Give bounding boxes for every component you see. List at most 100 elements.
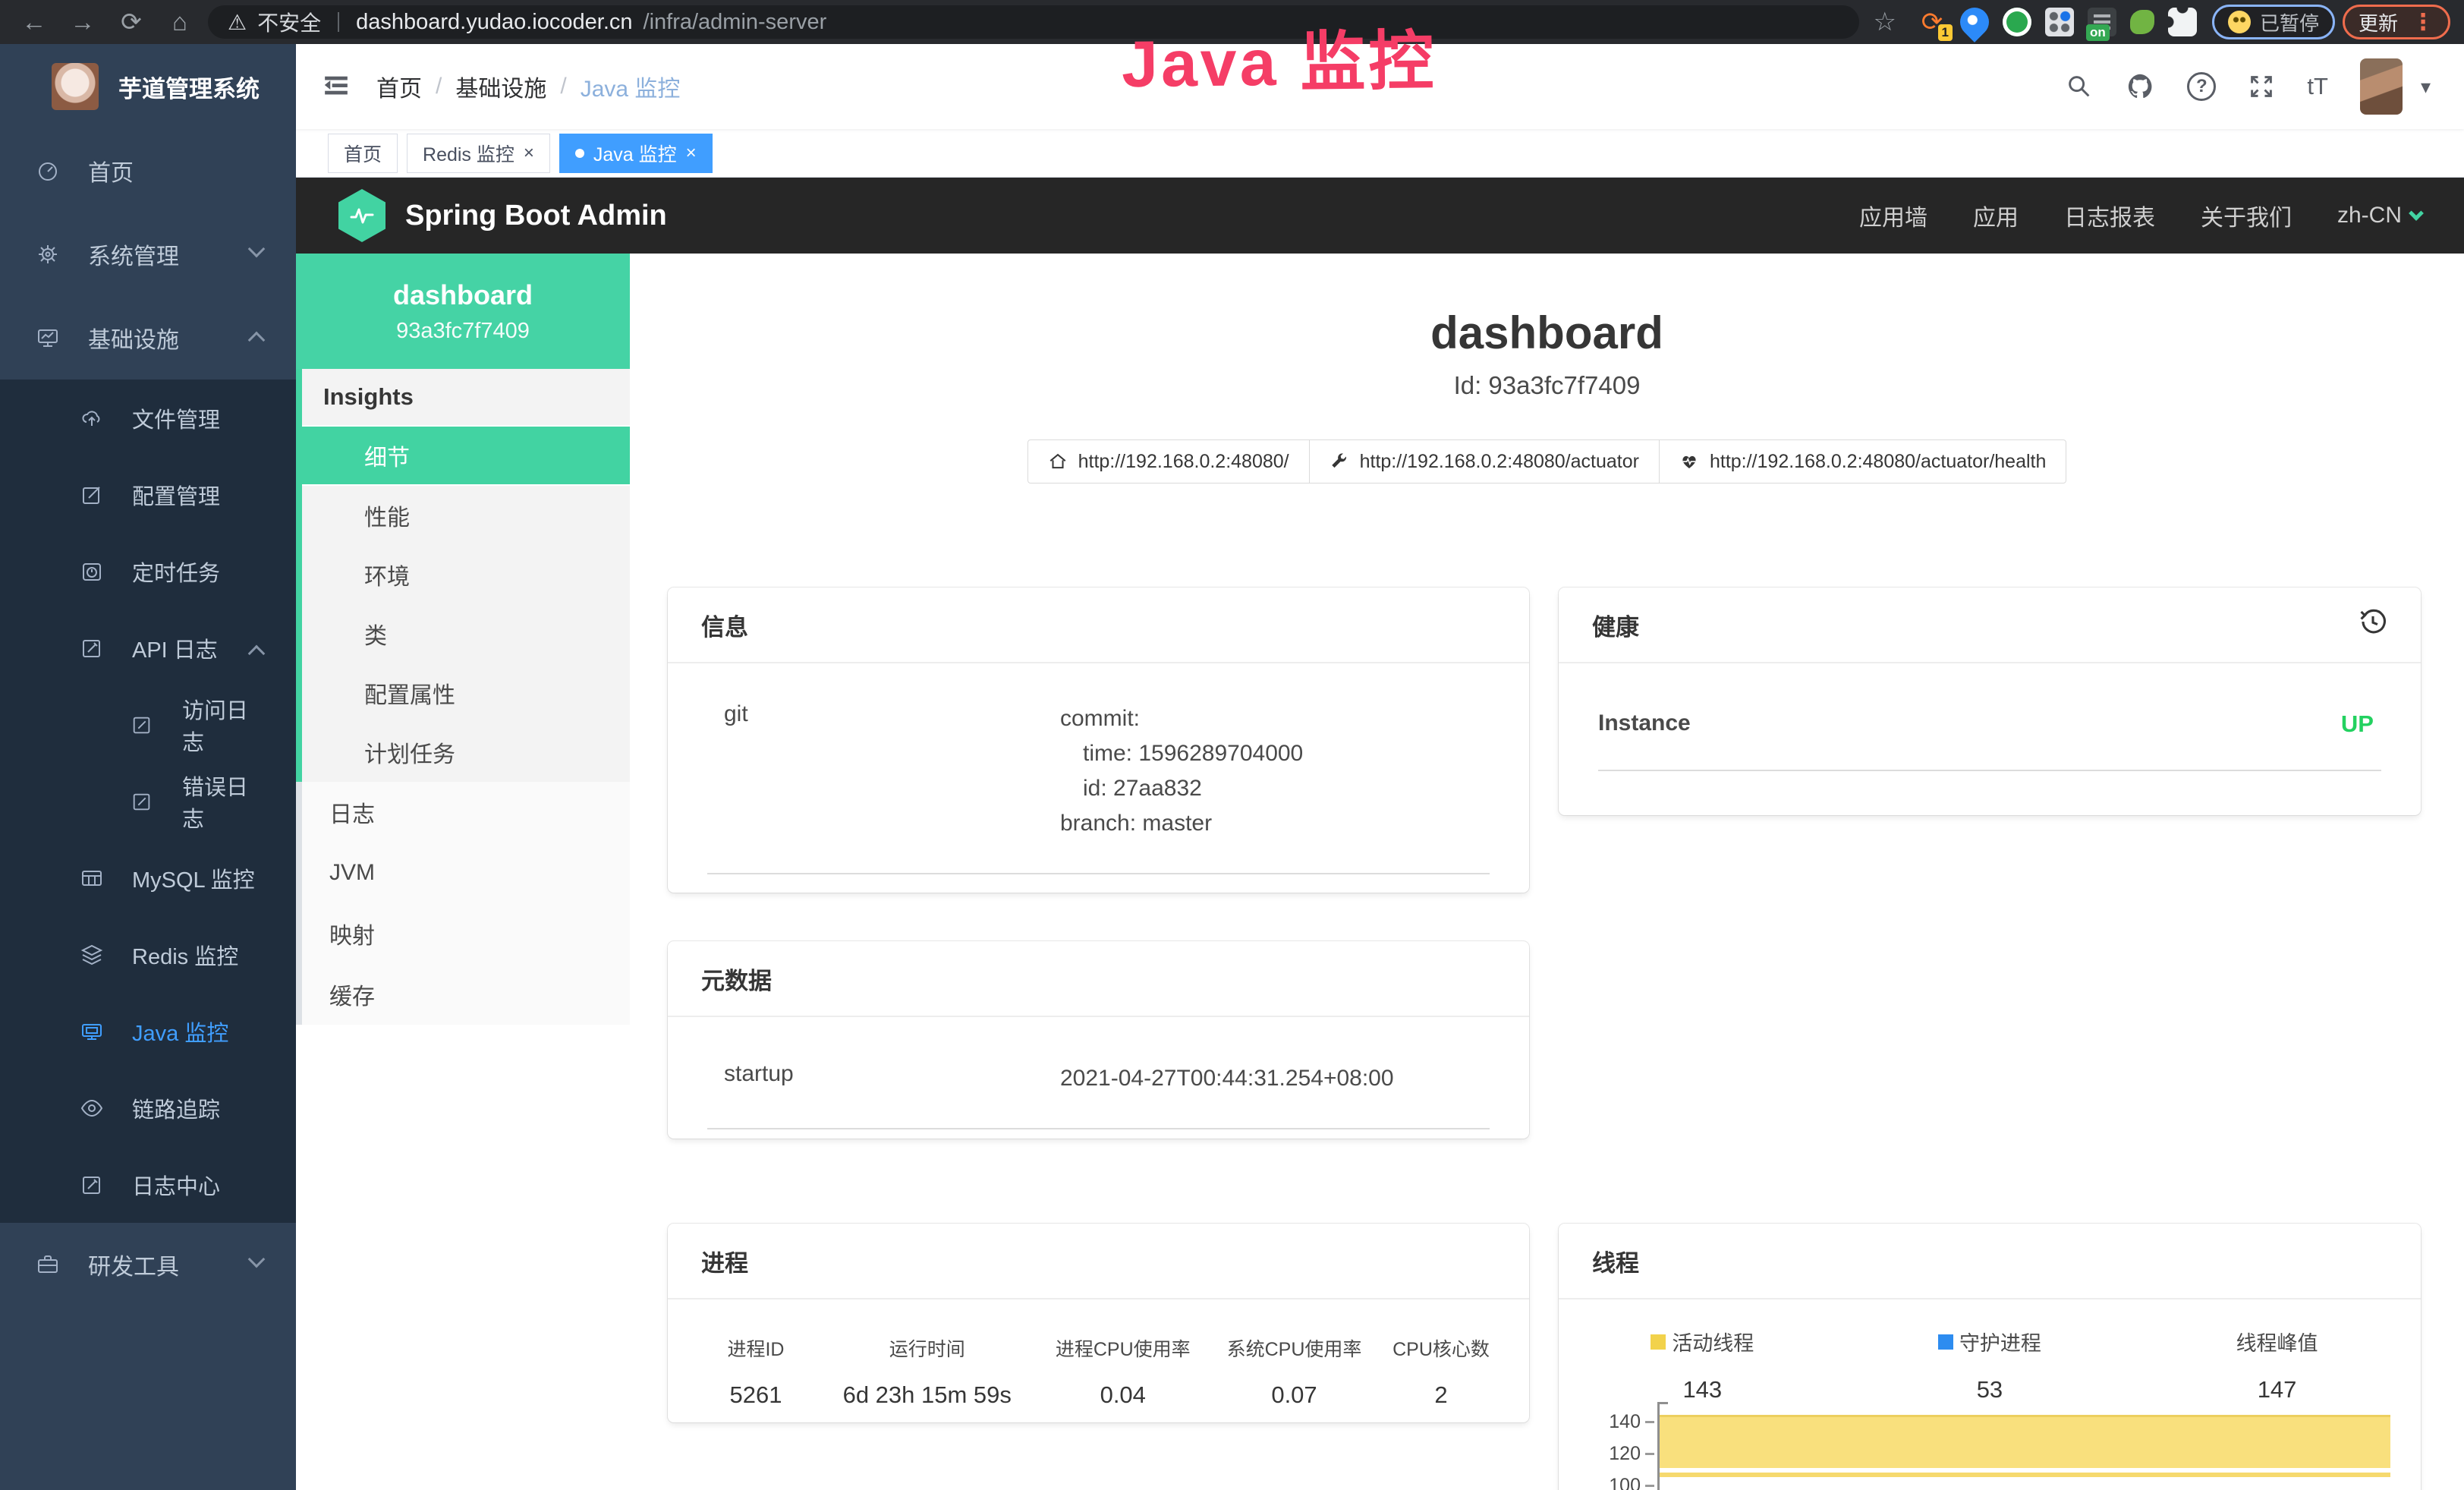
instance-sidebar: dashboard 93a3fc7f7409 Insights 细节 性能 环境… bbox=[296, 254, 630, 1490]
bookmark-star-icon[interactable]: ☆ bbox=[1873, 7, 1896, 37]
instance-header[interactable]: dashboard 93a3fc7f7409 bbox=[296, 254, 630, 369]
process-id-value: 5261 bbox=[691, 1381, 821, 1409]
breadcrumb-infra[interactable]: 基础设施 bbox=[455, 70, 546, 103]
sidebar-item-home[interactable]: 首页 bbox=[0, 129, 296, 213]
menu-item-classes[interactable]: 类 bbox=[302, 604, 630, 663]
sidebar-item-api-log[interactable]: API 日志 bbox=[0, 610, 296, 686]
collapse-sidebar-icon[interactable] bbox=[322, 71, 351, 103]
health-url-button[interactable]: http://192.168.0.2:48080/actuator/health bbox=[1659, 439, 2066, 484]
close-icon[interactable]: × bbox=[686, 143, 697, 164]
menu-item-metrics[interactable]: 性能 bbox=[302, 486, 630, 545]
sidebar-item-mysql-monitor[interactable]: MySQL 监控 bbox=[0, 840, 296, 916]
cpu-cores-value: 2 bbox=[1376, 1381, 1506, 1409]
browser-forward-icon[interactable]: → bbox=[62, 0, 103, 44]
sba-nav-about[interactable]: 关于我们 bbox=[2178, 199, 2315, 232]
insights-section-label: Insights bbox=[302, 369, 630, 427]
app-logo-row[interactable]: 芋道管理系统 bbox=[0, 44, 296, 129]
sba-nav-wallboard[interactable]: 应用墙 bbox=[1836, 199, 1950, 232]
extension-icons: ⟳ 1 on bbox=[1918, 8, 2197, 36]
sba-brand[interactable]: Spring Boot Admin bbox=[338, 189, 667, 242]
chevron-up-icon bbox=[248, 645, 266, 663]
history-icon[interactable] bbox=[2359, 607, 2387, 642]
y-tick-120: 120 bbox=[1565, 1443, 1641, 1465]
sba-nav-journal[interactable]: 日志报表 bbox=[2041, 199, 2178, 232]
browser-back-icon[interactable]: ← bbox=[14, 0, 55, 44]
menu-item-jvm[interactable]: JVM bbox=[302, 843, 630, 903]
menu-item-scheduled-tasks[interactable]: 计划任务 bbox=[302, 723, 630, 782]
sidebar-item-tracing[interactable]: 链路追踪 bbox=[0, 1069, 296, 1146]
fullscreen-icon[interactable] bbox=[2248, 73, 2275, 100]
github-icon[interactable] bbox=[2125, 71, 2155, 102]
log-edit-icon bbox=[79, 1172, 105, 1198]
instance-id: 93a3fc7f7409 bbox=[396, 319, 530, 344]
avatar[interactable] bbox=[2360, 58, 2403, 115]
sidebar-item-redis-monitor[interactable]: Redis 监控 bbox=[0, 916, 296, 993]
sidebar-item-error-log[interactable]: 错误日志 bbox=[0, 763, 296, 840]
sidebar-item-infra[interactable]: 基础设施 bbox=[0, 296, 296, 380]
close-icon[interactable]: × bbox=[524, 143, 534, 164]
browser-menu-dots-icon[interactable]: ⋮ bbox=[2412, 9, 2434, 36]
not-secure-label[interactable]: 不安全 bbox=[257, 7, 321, 37]
browser-reload-icon[interactable]: ⟳ bbox=[111, 0, 152, 44]
tab-java-monitor[interactable]: Java 监控 × bbox=[559, 134, 713, 173]
gear-icon bbox=[35, 241, 61, 267]
sidebar-item-config-manage[interactable]: 配置管理 bbox=[0, 456, 296, 533]
sync-extension-icon[interactable]: ⟳ 1 bbox=[1918, 8, 1946, 36]
breadcrumb-home[interactable]: 首页 bbox=[376, 70, 422, 103]
timer-icon bbox=[79, 559, 105, 584]
switch-extension-icon[interactable]: on bbox=[2088, 8, 2116, 36]
menu-item-config-props[interactable]: 配置属性 bbox=[302, 663, 630, 723]
root-menu-group: 日志 JVM 映射 缓存 bbox=[296, 782, 630, 1025]
leaf-extension-icon[interactable] bbox=[2130, 10, 2154, 34]
avatar-caret-down-icon[interactable]: ▾ bbox=[2421, 75, 2431, 99]
log-edit-icon bbox=[79, 635, 105, 661]
green-extension-icon[interactable] bbox=[2003, 8, 2031, 36]
address-bar[interactable]: ⚠ 不安全 dashboard.yudao.iocoder.cn /infra/… bbox=[208, 5, 1859, 39]
heartbeat-icon bbox=[1679, 452, 1699, 471]
sba-logo-icon bbox=[338, 189, 385, 242]
tab-redis-monitor[interactable]: Redis 监控 × bbox=[407, 134, 550, 173]
menu-item-caches[interactable]: 缓存 bbox=[302, 964, 630, 1025]
threads-chart: 140 120 100 bbox=[1559, 1411, 2421, 1490]
sba-language-select[interactable]: zh-CN bbox=[2315, 203, 2422, 228]
menu-item-details[interactable]: 细节 bbox=[302, 427, 630, 486]
sidebar-item-scheduled-jobs[interactable]: 定时任务 bbox=[0, 533, 296, 610]
browser-home-icon[interactable]: ⌂ bbox=[159, 0, 200, 44]
chevron-up-icon bbox=[248, 332, 266, 349]
grid-extension-icon[interactable] bbox=[2045, 8, 2074, 36]
cloud-upload-icon bbox=[79, 405, 105, 431]
puzzle-extension-icon[interactable] bbox=[2168, 8, 2197, 36]
sidebar-item-log-center[interactable]: 日志中心 bbox=[0, 1146, 296, 1223]
tab-home[interactable]: 首页 bbox=[328, 134, 398, 173]
legend-daemon-threads: 守护进程 53 bbox=[1846, 1327, 2134, 1403]
menu-item-mappings[interactable]: 映射 bbox=[302, 903, 630, 964]
insights-group: Insights 细节 性能 环境 类 配置属性 计划任务 bbox=[296, 369, 630, 782]
extension-badge-count: 1 bbox=[1938, 24, 1953, 41]
paused-profile-badge[interactable]: 已暂停 bbox=[2212, 5, 2335, 39]
eye-icon bbox=[79, 1095, 105, 1121]
sidebar-item-java-monitor[interactable]: Java 监控 bbox=[0, 993, 296, 1069]
page-title: dashboard bbox=[630, 307, 2464, 359]
sba-body: dashboard 93a3fc7f7409 Insights 细节 性能 环境… bbox=[296, 254, 2464, 1490]
chevron-down-icon bbox=[248, 241, 266, 258]
sidebar-item-dev-tools[interactable]: 研发工具 bbox=[0, 1223, 296, 1306]
sidebar-item-access-log[interactable]: 访问日志 bbox=[0, 686, 296, 763]
sba-navbar: Spring Boot Admin 应用墙 应用 日志报表 关于我们 zh-CN bbox=[296, 178, 2464, 254]
pin-extension-icon[interactable] bbox=[1954, 2, 1995, 43]
process-card-title: 进程 bbox=[668, 1224, 1529, 1299]
sidebar-item-system[interactable]: 系统管理 bbox=[0, 213, 296, 296]
process-cpu-value: 0.04 bbox=[1034, 1381, 1213, 1409]
search-icon[interactable] bbox=[2066, 73, 2093, 100]
sba-nav-applications[interactable]: 应用 bbox=[1950, 199, 2041, 232]
sidebar-item-file-manage[interactable]: 文件管理 bbox=[0, 380, 296, 456]
font-size-icon[interactable]: tT bbox=[2307, 73, 2328, 100]
process-table-values: 5261 6d 23h 15m 59s 0.04 0.07 2 bbox=[691, 1381, 1506, 1409]
infra-submenu: 文件管理 配置管理 定时任务 API 日志 bbox=[0, 380, 296, 1223]
browser-update-button[interactable]: 更新 ⋮ bbox=[2343, 5, 2450, 39]
extension-badge-on: on bbox=[2086, 24, 2110, 41]
menu-item-logs[interactable]: 日志 bbox=[302, 782, 630, 843]
help-icon[interactable]: ? bbox=[2187, 72, 2216, 101]
service-url-button[interactable]: http://192.168.0.2:48080/ bbox=[1027, 439, 1310, 484]
actuator-url-button[interactable]: http://192.168.0.2:48080/actuator bbox=[1309, 439, 1660, 484]
menu-item-environment[interactable]: 环境 bbox=[302, 545, 630, 604]
